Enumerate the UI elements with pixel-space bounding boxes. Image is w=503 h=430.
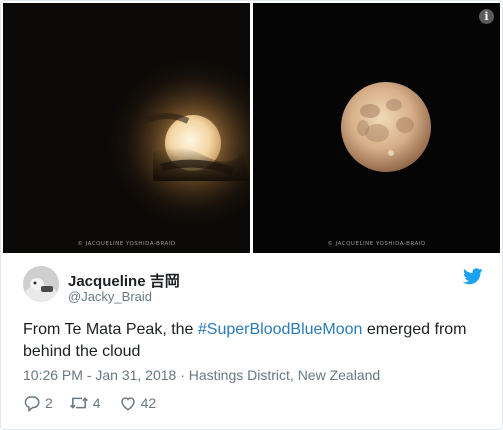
tweet-timestamp[interactable]: 10:26 PM - Jan 31, 2018 <box>23 367 176 383</box>
tweet-card: © JACQUELINE YOSHIDA-BRAID © JACQUELINE … <box>0 0 503 430</box>
photo-credit: © JACQUELINE YOSHIDA-BRAID <box>327 241 426 247</box>
tweet-media[interactable]: © JACQUELINE YOSHIDA-BRAID © JACQUELINE … <box>3 3 500 253</box>
reply-button[interactable]: 2 <box>23 394 53 412</box>
user-handle[interactable]: @Jacky_Braid <box>68 289 152 304</box>
photo-credit: © JACQUELINE YOSHIDA-BRAID <box>77 241 176 247</box>
tweet-location[interactable]: Hastings District, New Zealand <box>189 367 380 383</box>
retweet-icon <box>69 397 88 409</box>
like-button[interactable]: 42 <box>119 394 157 412</box>
tweet-text-before: From Te Mata Peak, the <box>23 321 198 338</box>
tweet-actions: 2 4 42 <box>23 392 156 414</box>
hashtag-link[interactable]: #SuperBloodBlueMoon <box>198 321 363 338</box>
moon-behind-cloud-photo[interactable]: © JACQUELINE YOSHIDA-BRAID <box>3 3 250 253</box>
full-moon-photo[interactable]: © JACQUELINE YOSHIDA-BRAID i <box>253 3 500 253</box>
twitter-bird-icon[interactable] <box>462 268 483 285</box>
retweet-button[interactable]: 4 <box>69 394 101 412</box>
avatar[interactable] <box>23 266 59 302</box>
tweet-header: Jacqueline 吉岡 @Jacky_Braid <box>23 266 483 306</box>
retweet-count: 4 <box>92 395 101 411</box>
reply-icon <box>24 396 40 412</box>
info-icon[interactable]: i <box>479 9 494 24</box>
display-name[interactable]: Jacqueline 吉岡 <box>68 270 180 291</box>
reply-count: 2 <box>45 395 53 411</box>
tweet-text: From Te Mata Peak, the #SuperBloodBlueMo… <box>23 319 483 363</box>
tweet-meta: 10:26 PM - Jan 31, 2018 · Hastings Distr… <box>23 367 380 383</box>
meta-separator: · <box>176 367 189 383</box>
heart-icon <box>120 397 135 411</box>
like-count: 42 <box>140 395 157 411</box>
